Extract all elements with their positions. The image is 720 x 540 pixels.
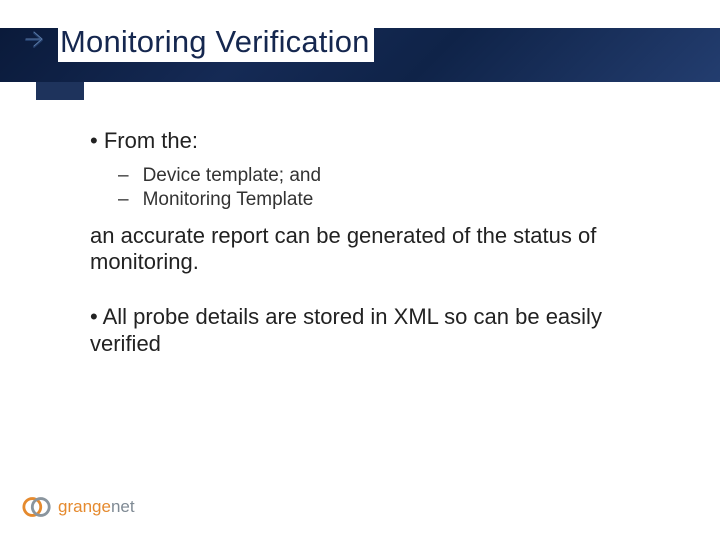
bullet-outro: an accurate report can be generated of t… — [90, 223, 650, 277]
slide: Monitoring Verification • From the: –Dev… — [0, 0, 720, 540]
arrow-icon — [22, 25, 52, 55]
sub-item-1: –Device template; and — [118, 164, 650, 188]
sub-item-1-text: Device template; and — [143, 165, 322, 186]
title-accent-block — [36, 82, 84, 100]
content-body: • From the: –Device template; and –Monit… — [90, 128, 650, 368]
bullet-2: • All probe details are stored in XML so… — [90, 304, 650, 358]
bullet-intro: • From the: — [90, 128, 650, 154]
footer-logo: grangenet — [22, 492, 135, 522]
logo-text-part2: net — [111, 497, 135, 517]
logo-text-part1: grange — [58, 497, 111, 517]
slide-title: Monitoring Verification — [58, 24, 374, 62]
sub-item-2: –Monitoring Template — [118, 188, 650, 212]
sub-item-2-text: Monitoring Template — [143, 189, 314, 210]
logo-icon — [22, 492, 52, 522]
logo-text: grangenet — [58, 497, 135, 517]
